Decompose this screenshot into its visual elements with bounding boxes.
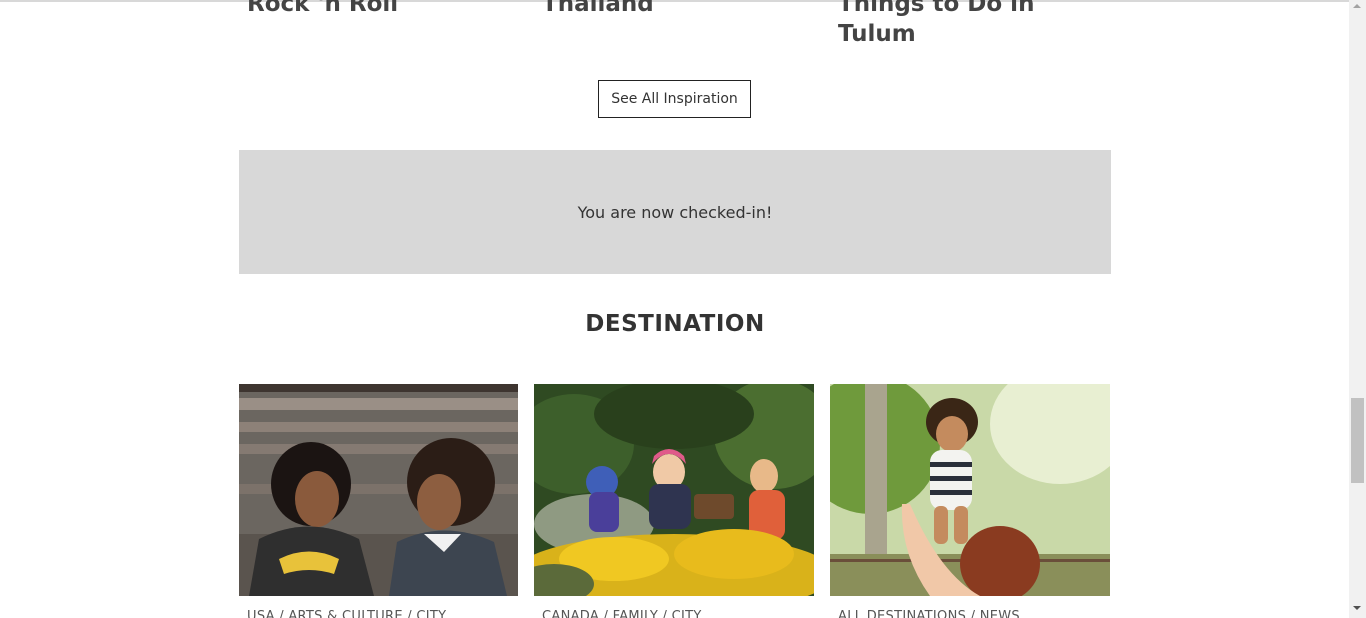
checkin-message: You are now checked-in! [577,202,773,222]
destination-card-image[interactable] [534,384,814,596]
see-all-inspiration-button[interactable]: See All Inspiration [598,80,751,118]
scroll-down-arrow-icon[interactable] [1353,606,1361,610]
kids-in-flower-garden-photo [534,384,814,596]
destination-card-tags[interactable]: USA / ARTS & CULTURE / CITY [247,609,446,618]
scrollbar-thumb[interactable] [1351,398,1364,483]
destination-card-tags[interactable]: CANADA / FAMILY / CITY [542,609,702,618]
destination-heading: DESTINATION [585,311,765,337]
destination-card-image[interactable] [830,384,1110,596]
scroll-up-arrow-icon[interactable] [1353,4,1361,8]
two-friends-smiling-photo [239,384,518,596]
mother-lifting-toddler-photo [830,384,1110,596]
checkin-banner: You are now checked-in! [239,150,1111,274]
destination-card-tags[interactable]: ALL DESTINATIONS / NEWS [838,609,1020,618]
inspiration-card-title[interactable]: Things to Do in Tulum [838,0,1098,49]
inspiration-card-title[interactable]: Rock 'n Roll [247,0,507,19]
page: Rock 'n Roll Thailand Things to Do in Tu… [0,0,1349,618]
vertical-scrollbar[interactable] [1349,0,1366,618]
inspiration-card-title[interactable]: Thailand [542,0,802,19]
destination-card-image[interactable] [239,384,518,596]
